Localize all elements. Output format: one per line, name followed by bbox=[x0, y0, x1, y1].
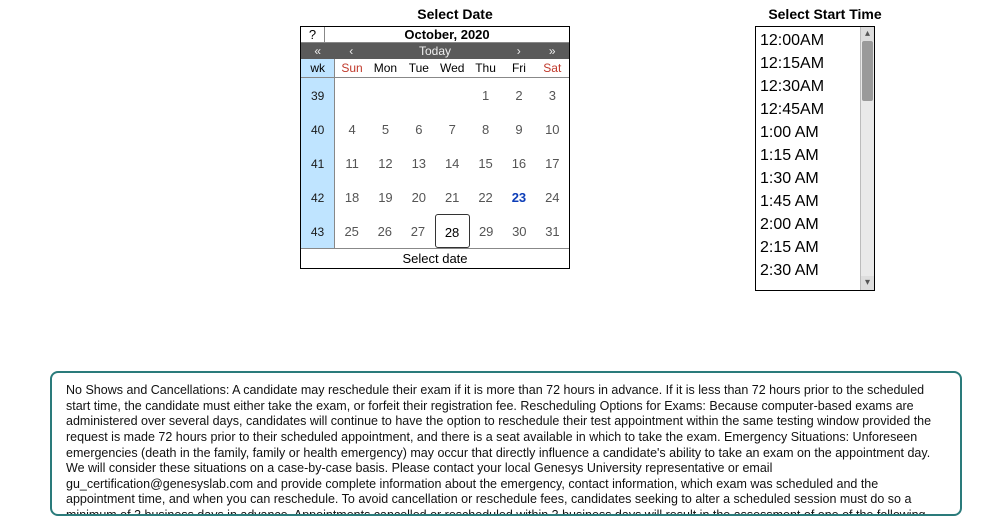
calendar-day[interactable]: 26 bbox=[368, 214, 401, 248]
dow-tue: Tue bbox=[402, 59, 435, 77]
dow-wk: wk bbox=[301, 59, 335, 77]
prev-year-button[interactable]: « bbox=[301, 43, 335, 59]
calendar-day[interactable]: 7 bbox=[436, 112, 469, 146]
dow-fri: Fri bbox=[502, 59, 535, 77]
calendar-day[interactable]: 13 bbox=[402, 146, 435, 180]
select-time-title: Select Start Time bbox=[755, 6, 895, 22]
week-number: 39 bbox=[301, 78, 335, 112]
time-option[interactable]: 2:30 AM bbox=[760, 259, 856, 282]
calendar-day[interactable]: 31 bbox=[536, 214, 569, 248]
week-number: 43 bbox=[301, 214, 335, 248]
scroll-thumb[interactable] bbox=[862, 41, 873, 101]
calendar-help-button[interactable]: ? bbox=[301, 27, 325, 43]
week-number: 42 bbox=[301, 180, 335, 214]
week-number: 40 bbox=[301, 112, 335, 146]
calendar-day[interactable]: 30 bbox=[503, 214, 536, 248]
prev-month-button[interactable]: ‹ bbox=[335, 43, 369, 59]
calendar-day[interactable]: 10 bbox=[536, 112, 569, 146]
calendar-day[interactable]: 11 bbox=[335, 146, 368, 180]
calendar-day[interactable]: 17 bbox=[536, 146, 569, 180]
dow-wed: Wed bbox=[436, 59, 469, 77]
calendar-dow-header: wk Sun Mon Tue Wed Thu Fri Sat bbox=[301, 59, 569, 78]
calendar: ? October, 2020 « ‹ Today › » wk Sun Mon… bbox=[300, 26, 570, 269]
calendar-day[interactable]: 19 bbox=[369, 180, 402, 214]
calendar-day: . bbox=[335, 78, 368, 112]
calendar-day[interactable]: 28 bbox=[435, 214, 470, 248]
policy-text: No Shows and Cancellations: A candidate … bbox=[50, 371, 962, 516]
calendar-day[interactable]: 15 bbox=[469, 146, 502, 180]
calendar-day[interactable]: 3 bbox=[536, 78, 569, 112]
calendar-day[interactable]: 23 bbox=[502, 180, 535, 214]
scroll-up-icon[interactable]: ▴ bbox=[861, 27, 874, 41]
calendar-day[interactable]: 16 bbox=[502, 146, 535, 180]
time-scrollbar[interactable]: ▴ ▾ bbox=[860, 27, 874, 290]
time-option[interactable]: 12:45AM bbox=[760, 98, 856, 121]
week-number: 41 bbox=[301, 146, 335, 180]
time-option[interactable]: 12:30AM bbox=[760, 75, 856, 98]
time-option[interactable]: 2:15 AM bbox=[760, 236, 856, 259]
calendar-day: . bbox=[369, 78, 402, 112]
dow-thu: Thu bbox=[469, 59, 502, 77]
calendar-day[interactable]: 24 bbox=[536, 180, 569, 214]
dow-sun: Sun bbox=[335, 59, 368, 77]
next-year-button[interactable]: » bbox=[536, 43, 570, 59]
time-option[interactable]: 1:00 AM bbox=[760, 121, 856, 144]
calendar-day[interactable]: 22 bbox=[469, 180, 502, 214]
calendar-footer: Select date bbox=[301, 248, 569, 268]
next-month-button[interactable]: › bbox=[502, 43, 536, 59]
calendar-day[interactable]: 20 bbox=[402, 180, 435, 214]
calendar-day: . bbox=[436, 78, 469, 112]
time-option[interactable]: 1:30 AM bbox=[760, 167, 856, 190]
time-option[interactable]: 12:15AM bbox=[760, 52, 856, 75]
calendar-day[interactable]: 12 bbox=[369, 146, 402, 180]
calendar-day[interactable]: 5 bbox=[369, 112, 402, 146]
calendar-day[interactable]: 4 bbox=[335, 112, 368, 146]
dow-mon: Mon bbox=[369, 59, 402, 77]
calendar-day[interactable]: 29 bbox=[470, 214, 503, 248]
calendar-day: . bbox=[402, 78, 435, 112]
calendar-day[interactable]: 18 bbox=[335, 180, 368, 214]
dow-sat: Sat bbox=[536, 59, 569, 77]
calendar-day[interactable]: 1 bbox=[469, 78, 502, 112]
calendar-day[interactable]: 8 bbox=[469, 112, 502, 146]
calendar-day[interactable]: 21 bbox=[436, 180, 469, 214]
calendar-day[interactable]: 27 bbox=[401, 214, 434, 248]
calendar-month-label: October, 2020 bbox=[325, 27, 569, 43]
calendar-day[interactable]: 6 bbox=[402, 112, 435, 146]
time-option[interactable]: 12:00AM bbox=[760, 29, 856, 52]
time-option[interactable]: 2:00 AM bbox=[760, 213, 856, 236]
time-listbox[interactable]: 12:00AM12:15AM12:30AM12:45AM1:00 AM1:15 … bbox=[755, 26, 875, 291]
time-option[interactable]: 1:15 AM bbox=[760, 144, 856, 167]
today-button[interactable]: Today bbox=[368, 43, 502, 59]
calendar-day[interactable]: 14 bbox=[436, 146, 469, 180]
scroll-down-icon[interactable]: ▾ bbox=[861, 276, 874, 290]
select-date-title: Select Date bbox=[300, 6, 610, 22]
calendar-nav: « ‹ Today › » bbox=[301, 43, 569, 59]
calendar-day[interactable]: 25 bbox=[335, 214, 368, 248]
time-option[interactable]: 1:45 AM bbox=[760, 190, 856, 213]
calendar-day[interactable]: 9 bbox=[502, 112, 535, 146]
calendar-day[interactable]: 2 bbox=[502, 78, 535, 112]
